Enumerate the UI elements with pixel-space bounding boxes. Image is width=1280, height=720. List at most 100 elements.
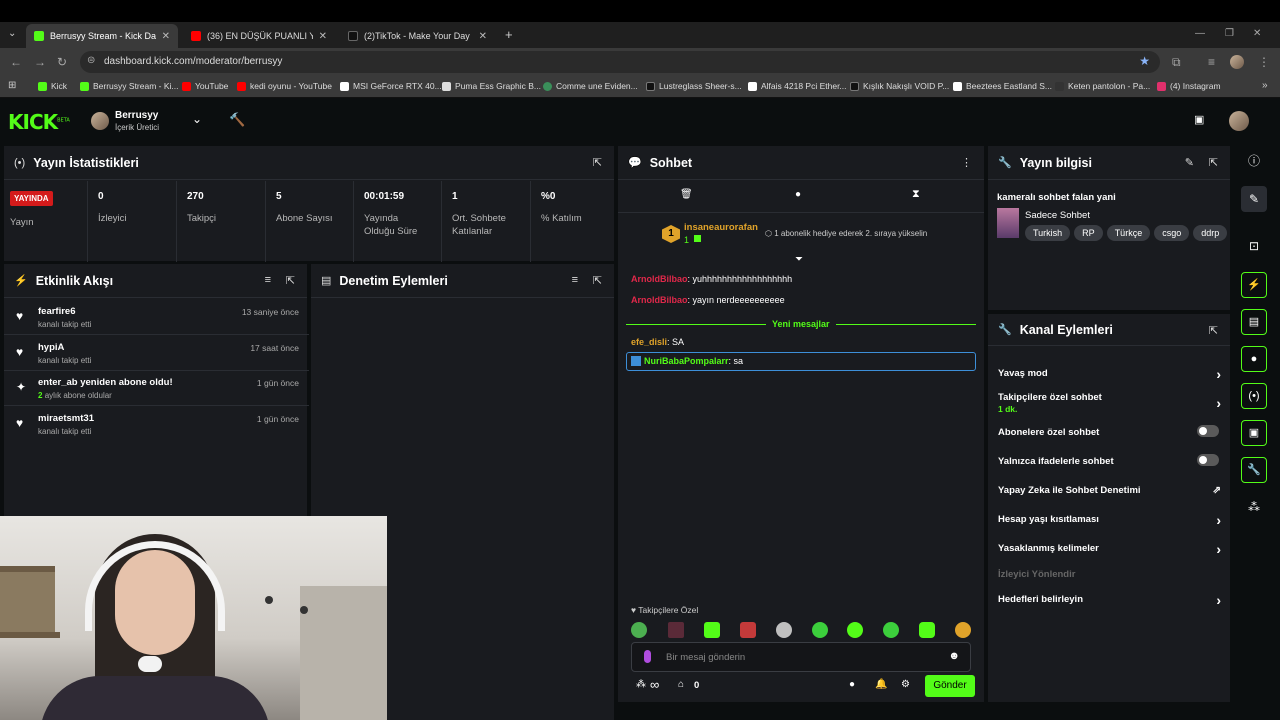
action-subscribers-only[interactable]: Abonelere özel sohbet xyxy=(998,425,1223,438)
pencil-icon[interactable]: ✎ xyxy=(1241,186,1267,212)
bookmark-item[interactable]: Beeztees Eastland S... xyxy=(953,81,1052,91)
action-ai-moderation[interactable]: Yapay Zeka ile Sohbet Denetimi ⇗ xyxy=(998,485,1223,496)
chat-icon[interactable]: ● xyxy=(1241,346,1267,372)
action-set-goals[interactable]: Hedefleri belirleyin › xyxy=(998,592,1223,608)
panel-title: Sohbet xyxy=(649,155,693,170)
action-account-age[interactable]: Hesap yaşı kısıtlaması › xyxy=(998,512,1223,528)
profile-avatar[interactable] xyxy=(1230,55,1244,69)
maximize-icon[interactable]: ❐ xyxy=(1225,28,1234,39)
wrench-icon[interactable]: 🔧 xyxy=(1241,457,1267,483)
lightning-icon[interactable]: ⚡ xyxy=(1241,272,1267,298)
chat-bubble-icon[interactable]: ● xyxy=(849,679,855,690)
popout-icon[interactable]: ⇱ xyxy=(593,156,602,169)
site-info-icon[interactable]: ⊜ xyxy=(87,55,95,66)
tab-tiktok[interactable]: (2)TikTok - Make Your Day ✕ xyxy=(340,24,495,48)
bookmark-item[interactable]: kedi oyunu - YouTube xyxy=(237,81,332,91)
gear-icon[interactable]: ⚙ xyxy=(901,679,910,690)
emote-icon[interactable] xyxy=(740,622,756,638)
vault-icon[interactable]: ⌂ xyxy=(678,679,684,690)
apps-icon[interactable]: ⊞ xyxy=(8,80,16,91)
popout-icon[interactable]: ⇱ xyxy=(286,274,295,287)
info-icon[interactable]: ⓘ xyxy=(1241,148,1267,174)
send-button[interactable]: Gönder xyxy=(925,675,975,697)
bookmark-item[interactable]: Keten pantolon - Pa... xyxy=(1055,81,1150,91)
emote-icon[interactable] xyxy=(776,622,792,638)
action-followers-only[interactable]: Takipçilere özel sohbet 1 dk. › xyxy=(998,392,1223,414)
close-icon[interactable]: ✕ xyxy=(319,31,327,42)
microphone-icon[interactable] xyxy=(644,650,651,663)
media-icon[interactable]: ≡ xyxy=(1208,55,1215,69)
close-icon[interactable]: ✕ xyxy=(162,31,170,42)
chat-bubble-icon[interactable]: ● xyxy=(795,189,801,200)
bookmark-item[interactable]: Kışlık Nakışlı VOID P... xyxy=(850,81,949,91)
pencil-icon[interactable]: ✎ xyxy=(1185,156,1194,169)
dashboard-icon[interactable]: ▣ xyxy=(1194,113,1204,126)
bookmark-item[interactable]: Kick xyxy=(38,81,67,91)
tab-search-icon[interactable]: ⌄ xyxy=(8,28,16,39)
filter-icon[interactable]: ≡ xyxy=(265,274,271,286)
scan-icon[interactable]: ⊡ xyxy=(1241,233,1267,259)
action-emotes-only[interactable]: Yalnızca ifadelerle sohbet xyxy=(998,454,1223,467)
emoji-icon[interactable]: ☻ xyxy=(948,650,960,662)
more-bookmarks-icon[interactable]: » xyxy=(1262,80,1268,91)
bookmark-item[interactable]: Lustreglass Sheer-s... xyxy=(646,81,742,91)
chat-input[interactable]: Bir mesaj gönderin ☻ xyxy=(631,642,971,672)
document-icon[interactable]: ▤ xyxy=(1241,309,1267,335)
emote-icon[interactable] xyxy=(883,622,899,638)
kick-logo[interactable]: KICKBETA xyxy=(8,110,70,134)
emote-icon[interactable] xyxy=(812,622,828,638)
window-close-icon[interactable]: ✕ xyxy=(1253,28,1261,39)
filter-icon[interactable]: ≡ xyxy=(572,274,578,286)
extensions-icon[interactable]: ⧉ xyxy=(1172,55,1181,70)
user-avatar[interactable] xyxy=(91,112,109,130)
hourglass-icon[interactable]: ⧗ xyxy=(912,188,920,201)
url-field[interactable]: ⊜ dashboard.kick.com/moderator/berrusyy … xyxy=(80,51,1160,73)
popout-icon[interactable]: ⇱ xyxy=(1209,156,1218,169)
action-slow-mode[interactable]: Yavaş mod › xyxy=(998,366,1223,382)
video-icon[interactable]: ▣ xyxy=(1241,420,1267,446)
action-banned-words[interactable]: Yasaklanmış kelimeler › xyxy=(998,541,1223,557)
bell-icon[interactable]: 🔔 xyxy=(875,679,887,690)
popout-icon[interactable]: ⇱ xyxy=(1209,324,1218,337)
pin-icon[interactable]: ⏷ xyxy=(795,254,803,265)
forward-icon[interactable]: → xyxy=(34,55,46,69)
emote-icon[interactable] xyxy=(955,622,971,638)
tag[interactable]: ddrp xyxy=(1193,225,1228,241)
bookmark-item[interactable]: YouTube xyxy=(182,81,228,91)
bookmark-item[interactable]: (4) Instagram xyxy=(1157,81,1221,91)
trash-icon[interactable]: 🗑 xyxy=(680,189,693,200)
emote-icon[interactable] xyxy=(668,622,684,638)
chevron-down-icon[interactable]: ⌄ xyxy=(192,112,202,126)
tag[interactable]: csgo xyxy=(1154,225,1190,241)
bookmark-item[interactable]: MSI GeForce RTX 40... xyxy=(340,81,442,91)
bookmark-item[interactable]: Puma Ess Graphic B... xyxy=(442,81,541,91)
profile-avatar[interactable] xyxy=(1229,111,1249,131)
emote-icon[interactable] xyxy=(919,622,935,638)
more-vertical-icon[interactable]: ⋮ xyxy=(961,156,972,169)
emote-icon[interactable] xyxy=(847,622,863,638)
toggle-switch[interactable] xyxy=(1197,425,1219,437)
tab-kick-dashboard[interactable]: Berrusyy Stream - Kick Dashboard ✕ xyxy=(26,24,178,48)
close-icon[interactable]: ✕ xyxy=(479,31,487,42)
bookmark-item[interactable]: Comme une Eviden... xyxy=(543,81,638,91)
emote-icon[interactable] xyxy=(631,622,647,638)
hammer-icon[interactable]: 🔨 xyxy=(229,112,245,128)
tag[interactable]: Türkçe xyxy=(1106,225,1151,241)
menu-icon[interactable]: ⋮ xyxy=(1258,55,1270,69)
bookmark-star-icon[interactable]: ★ xyxy=(1139,54,1150,68)
tag[interactable]: Turkish xyxy=(1025,225,1071,241)
users-icon[interactable]: ⁂ xyxy=(636,679,646,690)
tag[interactable]: RP xyxy=(1074,225,1103,241)
reload-icon[interactable]: ↻ xyxy=(57,55,67,69)
popout-icon[interactable]: ⇱ xyxy=(593,274,602,287)
bookmark-item[interactable]: Alfais 4218 Pci Ether... xyxy=(748,81,847,91)
back-icon[interactable]: ← xyxy=(10,55,22,69)
toggle-switch[interactable] xyxy=(1197,454,1219,466)
emote-icon[interactable] xyxy=(704,622,720,638)
tab-youtube[interactable]: (36) EN DÜŞÜK PUANLI YİYECE ✕ xyxy=(183,24,335,48)
more-icon[interactable]: ⁂ xyxy=(1241,494,1267,520)
broadcast-icon[interactable]: (•) xyxy=(1241,383,1267,409)
new-tab-icon[interactable]: + xyxy=(505,27,513,42)
minimize-icon[interactable]: — xyxy=(1195,28,1205,39)
bookmark-item[interactable]: Berrusyy Stream - Ki... xyxy=(80,81,179,91)
